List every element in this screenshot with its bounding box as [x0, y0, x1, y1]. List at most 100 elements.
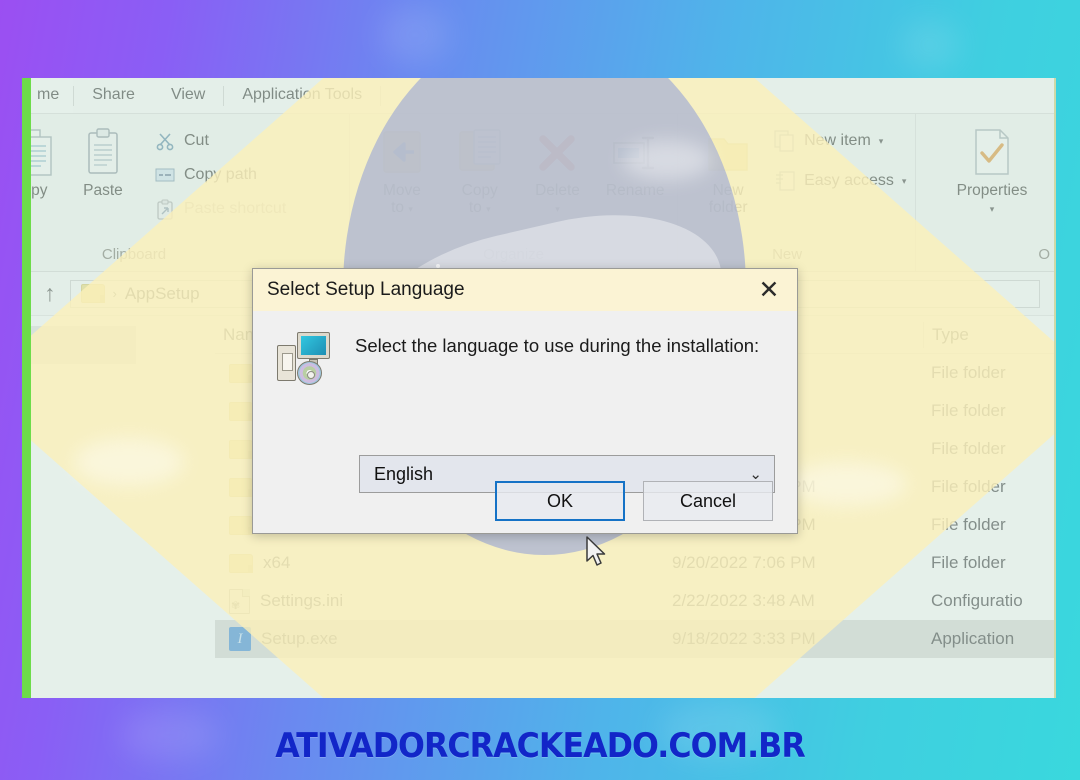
file-name-label: x64 [263, 553, 291, 572]
ok-button[interactable]: OK [495, 481, 625, 521]
background-blob [380, 6, 450, 64]
tab-home-label: me [37, 86, 60, 103]
file-type-cell: File folder [931, 439, 1006, 458]
delete-x-icon [534, 124, 580, 182]
copy-path-label: Copy path [184, 166, 257, 183]
copy-path-button[interactable]: Copy path [154, 160, 286, 190]
file-name-label: Settings.ini [260, 591, 344, 610]
file-date-cell: 2/22/2022 3:48 AM [672, 591, 815, 610]
sidebar-item-projects[interactable]: jects [22, 402, 215, 440]
chevron-down-icon: ▾ [486, 204, 491, 214]
clipboard-small-commands: Cut Copy path Paste shortcut [154, 122, 286, 224]
ribbon-group-clipboard: opy Paste Cut Copy path Paste shortcut C… [22, 114, 349, 271]
folder-icon [229, 553, 253, 573]
new-item-button[interactable]: New item ▾ [774, 126, 906, 156]
cancel-button[interactable]: Cancel [643, 481, 773, 521]
folder-icon [229, 477, 253, 497]
tab-application-tools[interactable]: Application Tools [224, 78, 380, 113]
easy-access-button[interactable]: Easy access ▾ [774, 166, 906, 196]
chevron-down-icon: ▾ [555, 204, 560, 214]
chevron-down-icon: ▾ [989, 204, 995, 214]
properties-button[interactable]: Properties ▾ [936, 122, 1048, 218]
easy-access-icon [774, 170, 796, 192]
paste-shortcut-label: Paste shortcut [184, 200, 287, 217]
copy-label: opy [22, 182, 48, 199]
table-row[interactable]: ✾ Settings.ini 2/22/2022 3:48 AM Configur… [215, 582, 1056, 620]
breadcrumb-separator: › [112, 286, 117, 301]
ribbon-group-label-organize: Organize [483, 246, 545, 263]
ribbon-group-label-new: New [772, 246, 803, 263]
close-icon[interactable]: ✕ [747, 270, 791, 310]
folder-icon [229, 439, 253, 459]
file-type-cell: File folder [931, 553, 1006, 572]
sidebar-item-quick-access[interactable]: ccess [22, 326, 136, 364]
ini-file-icon: ✾ [229, 588, 250, 614]
new-small-commands: New item ▾ Easy access ▾ [774, 122, 906, 196]
select-setup-language-dialog: Select Setup Language ✕ Select the langu… [252, 268, 798, 534]
background-blob [900, 20, 960, 70]
file-type-cell: File folder [931, 515, 1006, 534]
file-type-cell: File folder [931, 477, 1006, 496]
file-name-cell: ✾ Settings.ini [215, 582, 664, 620]
tab-home[interactable]: me [31, 78, 74, 113]
language-dropdown-value: English [374, 463, 434, 484]
folder-icon [229, 515, 253, 535]
ribbon: opy Paste Cut Copy path Paste shortcut C… [22, 114, 1056, 272]
tab-divider [380, 85, 382, 106]
copy-icon [22, 124, 62, 182]
paste-shortcut-icon [154, 198, 176, 220]
move-to-icon [376, 124, 428, 182]
file-date-cell: 9/20/2022 7:06 PM [672, 553, 816, 572]
file-type-cell: Application [931, 629, 1015, 648]
rename-button[interactable]: Rename [601, 122, 669, 199]
new-folder-icon [704, 124, 752, 182]
chevron-down-icon: ▾ [408, 204, 413, 214]
chevron-down-icon: ▾ [878, 135, 884, 146]
dialog-message-row: Select the language to use during the in… [275, 329, 775, 385]
paste-button[interactable]: Paste [66, 122, 140, 199]
dialog-title: Select Setup Language [267, 279, 465, 300]
dialog-message: Select the language to use during the in… [355, 335, 760, 356]
ribbon-group-label-open: O [1038, 246, 1050, 263]
folder-icon [229, 401, 253, 421]
tab-share-label: Share [92, 86, 135, 103]
move-to-button[interactable]: Move to ▾ [368, 122, 436, 218]
file-name-label: Setup.exe [261, 629, 338, 648]
copy-button[interactable]: opy [22, 122, 66, 199]
dialog-title-bar: Select Setup Language ✕ [253, 269, 797, 311]
rename-icon [610, 124, 660, 182]
new-item-icon [774, 130, 796, 152]
tab-view[interactable]: View [153, 78, 223, 113]
ribbon-group-new: New folder New item ▾ Easy access ▾ New [677, 114, 915, 271]
table-row[interactable]: Setup.exe 9/18/2022 3:33 PM Application [215, 620, 1056, 658]
paste-shortcut-button[interactable]: Paste shortcut [154, 194, 286, 224]
sidebar-item-desktop[interactable]: op [22, 440, 215, 478]
column-header-type[interactable]: Type [923, 321, 1056, 348]
copy-to-button[interactable]: Copy to ▾ [446, 122, 514, 218]
tab-view-label: View [170, 86, 206, 103]
paste-label: Paste [83, 182, 123, 199]
folder-icon [229, 363, 253, 383]
cut-button[interactable]: Cut [154, 126, 286, 156]
new-folder-button[interactable]: New folder [692, 122, 764, 216]
setup-computer-cd-icon [275, 331, 335, 385]
sidebar-item-documents[interactable]: nents [22, 478, 215, 516]
file-name-cell: Setup.exe [215, 620, 664, 658]
ribbon-group-organize: Move to ▾ Copy to ▾ Delete ▾ Rename Orga… [349, 114, 677, 271]
breadcrumb-current[interactable]: AppSetup [125, 284, 200, 304]
tab-share[interactable]: Share [74, 78, 153, 113]
navigation-pane: ccess jects op nents oads [22, 316, 215, 698]
up-arrow-icon[interactable]: ↑ [44, 282, 56, 305]
sidebar-item-downloads[interactable]: oads [22, 516, 215, 554]
new-item-label: New item [804, 132, 871, 149]
easy-access-label: Easy access [804, 172, 894, 189]
delete-label: Delete ▾ [535, 182, 580, 214]
properties-icon [968, 124, 1016, 182]
ribbon-tab-strip: me Share View Application Tools [22, 78, 1056, 114]
delete-button[interactable]: Delete ▾ [524, 122, 592, 218]
table-row[interactable]: x64 9/20/2022 7:06 PM File folder [215, 544, 1056, 582]
copy-path-icon [154, 164, 176, 186]
chevron-down-icon: ▾ [901, 175, 907, 186]
mouse-cursor [585, 536, 607, 573]
